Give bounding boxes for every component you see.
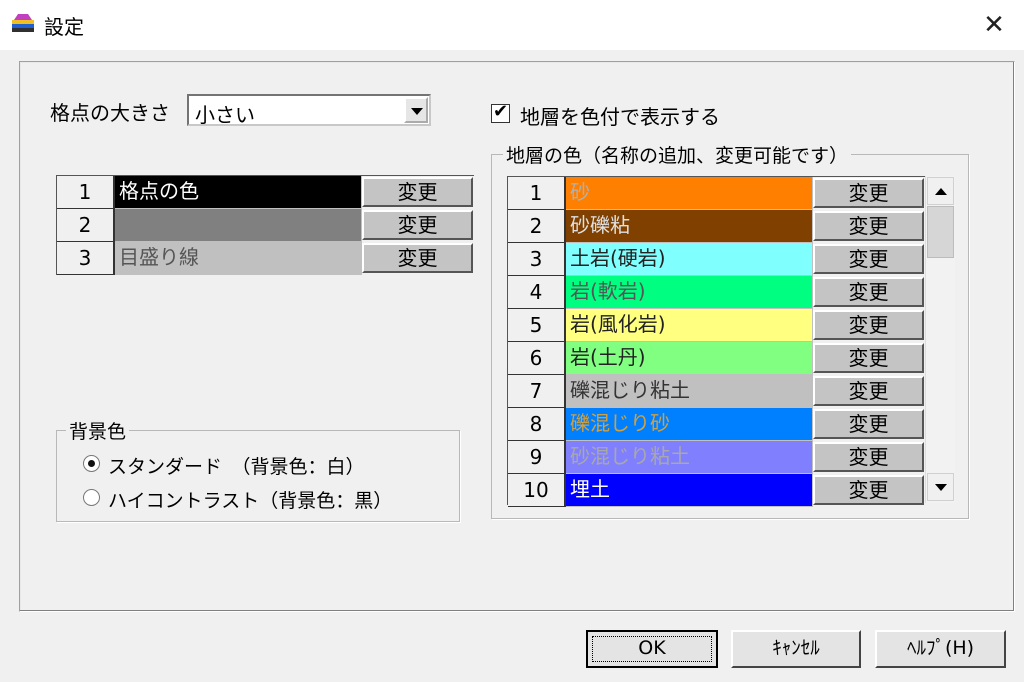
change-color-button[interactable]: 変更 [813,343,924,373]
grid-size-value: 小さい [195,103,255,127]
table-row: 5 岩(風化岩) 変更 [508,309,926,342]
cancel-button[interactable]: ｷｬﾝｾﾙ [731,630,861,668]
chevron-up-icon [935,188,947,195]
checkmark-icon: ✔ [493,101,509,122]
cancel-button-label: ｷｬﾝｾﾙ [772,637,820,659]
change-color-button[interactable]: 変更 [813,376,924,406]
change-color-button[interactable]: 変更 [362,243,473,273]
row-number: 5 [508,309,566,342]
radio-standard-label[interactable]: スタンダード （背景色：白） [108,452,365,479]
row-number: 1 [57,176,115,209]
row-number: 7 [508,375,566,408]
title-bar: 設定 ✕ [0,0,1024,50]
row-number: 4 [508,276,566,309]
change-color-button[interactable]: 変更 [813,244,924,274]
show-colored-checkbox[interactable]: ✔ [491,101,510,123]
color-name-cell[interactable]: 礫混じり砂 [566,408,813,441]
color-name-cell[interactable]: 格点の色 [115,176,362,209]
table-row: 2 変更 [57,209,475,242]
focus-rectangle [592,636,712,662]
radio-high-contrast[interactable] [83,489,100,506]
color-name-cell[interactable]: 礫混じり粘土 [566,375,813,408]
color-name-cell[interactable]: 岩(土丹) [566,342,813,375]
background-group-title: 背景色 [66,417,130,444]
table-row: 6 岩(土丹) 変更 [508,342,926,375]
row-number: 9 [508,441,566,474]
help-button[interactable]: ﾍﾙﾌﾟ(H) [875,630,1006,668]
dropdown-button[interactable] [404,97,428,123]
change-color-button[interactable]: 変更 [813,409,924,439]
row-number: 2 [57,209,115,242]
change-color-button[interactable]: 変更 [813,277,924,307]
grid-size-select[interactable]: 小さい [187,94,431,127]
table-row: 3 目盛り線 変更 [57,242,475,275]
color-name-cell[interactable]: 土岩(硬岩) [566,243,813,276]
change-color-button[interactable]: 変更 [813,442,924,472]
change-color-button[interactable]: 変更 [813,475,924,505]
table-row: 2 砂礫粘 変更 [508,210,926,243]
ok-button[interactable]: OK [586,630,718,668]
color-name-cell[interactable]: 砂 [566,177,813,210]
window-title: 設定 [44,15,84,39]
color-name-cell[interactable]: 砂礫粘 [566,210,813,243]
table-row: 7 礫混じり粘土 変更 [508,375,926,408]
table-row: 4 岩(軟岩) 変更 [508,276,926,309]
radio-high-contrast-label[interactable]: ハイコントラスト（背景色：黒） [108,486,392,513]
strata-color-table: 1 砂変更 2 砂礫粘 変更 3 土岩(硬岩) 変更 4 岩(軟岩) 変更 5 岩(風化岩) 変更 6 岩(土… [507,176,926,507]
color-name-cell[interactable]: 目盛り線 [115,242,362,275]
grid-colors-table: 1 格点の色 変更 2 変更 3 目盛り線 変更 [56,175,474,275]
row-number: 3 [508,243,566,276]
radio-standard[interactable] [83,455,100,472]
change-color-button[interactable]: 変更 [813,310,924,340]
chevron-down-icon [411,108,423,115]
color-name-cell[interactable] [115,209,362,242]
chevron-down-icon [935,484,947,491]
table-row: 8 礫混じり砂 変更 [508,408,926,441]
change-color-button[interactable]: 変更 [362,177,473,207]
app-icon [12,14,34,32]
strata-scrollbar[interactable] [925,176,955,503]
table-row: 1 砂変更 [508,177,926,210]
table-row: 10 埋土 変更 [508,474,926,507]
row-number: 1 [508,177,566,210]
change-color-button[interactable]: 変更 [813,211,924,241]
row-number: 6 [508,342,566,375]
grid-size-label: 格点の大きさ [50,101,170,125]
color-name-cell[interactable]: 砂混じり粘土 [566,441,813,474]
color-name-cell[interactable]: 岩(風化岩) [566,309,813,342]
table-row: 9 砂混じり粘土 変更 [508,441,926,474]
table-row: 3 土岩(硬岩) 変更 [508,243,926,276]
row-number: 10 [508,474,566,507]
scroll-thumb[interactable] [927,206,954,258]
close-icon[interactable]: ✕ [974,6,1014,44]
table-row: 1 格点の色 変更 [57,176,475,209]
strata-group-title: 地層の色（名称の追加、変更可能です） [503,141,852,168]
color-name-cell[interactable]: 埋土 [566,474,813,507]
help-button-label: ﾍﾙﾌﾟ(H) [906,637,975,659]
scroll-down-button[interactable] [927,473,954,501]
radio-selected-dot [88,460,95,467]
color-name-cell[interactable]: 岩(軟岩) [566,276,813,309]
scroll-up-button[interactable] [927,177,954,205]
change-color-button[interactable]: 変更 [362,210,473,240]
row-number: 3 [57,242,115,275]
row-number: 8 [508,408,566,441]
show-colored-label[interactable]: 地層を色付で表示する [520,101,720,130]
row-number: 2 [508,210,566,243]
change-color-button[interactable]: 変更 [813,178,924,208]
